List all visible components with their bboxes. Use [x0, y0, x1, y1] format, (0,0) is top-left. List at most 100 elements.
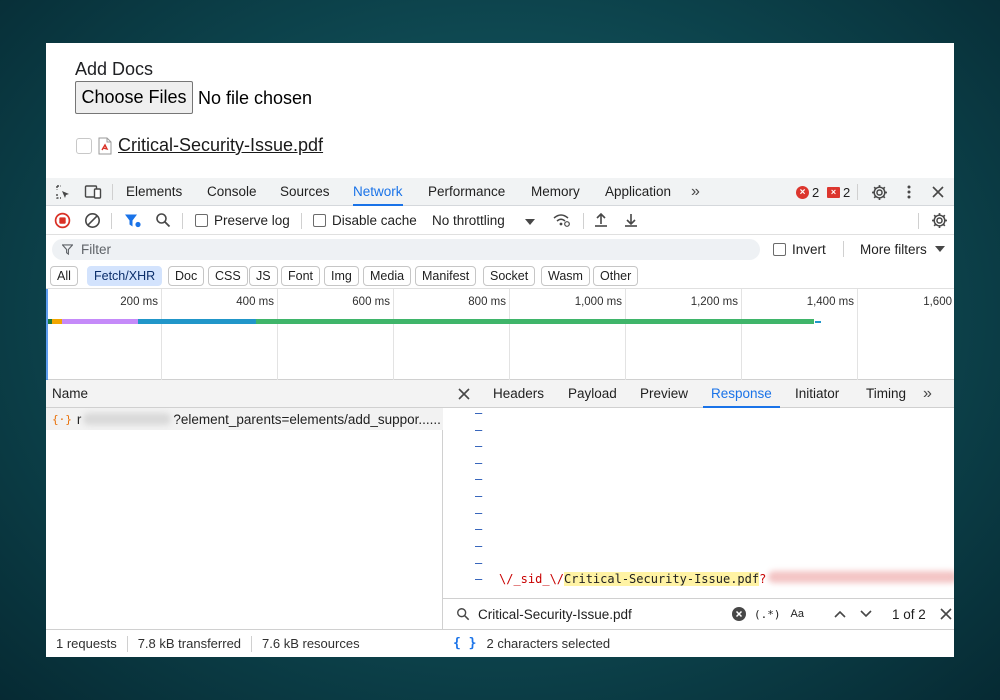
fold-marker: –: [475, 489, 483, 503]
settings-gear-icon[interactable]: [870, 183, 888, 201]
throttling-select[interactable]: No throttling: [432, 206, 535, 235]
type-filter-doc[interactable]: Doc: [168, 266, 205, 286]
fold-marker: –: [475, 572, 483, 586]
type-filter-socket[interactable]: Socket: [483, 266, 536, 286]
tab-initiator[interactable]: Initiator: [795, 380, 839, 408]
table-row[interactable]: {·} r ?element_parents=elements/add_supp…: [46, 408, 443, 430]
timeline-tick-label: 1,200 ms: [690, 296, 738, 308]
error-badge[interactable]: × 2: [796, 178, 819, 206]
next-match-icon[interactable]: [860, 610, 872, 618]
timeline-gridline: [277, 289, 278, 380]
file-checkbox[interactable]: [76, 137, 92, 154]
search-icon[interactable]: [154, 211, 172, 229]
name-column-header[interactable]: Name: [46, 380, 443, 408]
pretty-print-icon[interactable]: { }: [453, 636, 476, 651]
close-search-icon[interactable]: [940, 608, 952, 620]
disable-cache-checkbox[interactable]: [313, 214, 326, 227]
redacted-text: [768, 571, 954, 583]
network-conditions-icon[interactable]: [553, 211, 571, 229]
tab-headers[interactable]: Headers: [493, 380, 544, 408]
kebab-menu-icon[interactable]: [900, 183, 918, 201]
filter-input[interactable]: Filter: [52, 239, 760, 260]
response-code-line: \/_sid_\/Critical-Security-Issue.pdf?: [499, 571, 954, 586]
response-body[interactable]: – – – – – – – – – – – \/_sid_\/Critical-…: [443, 406, 954, 598]
timeline-gridline: [741, 289, 742, 380]
network-details: Name {·} r ?element_parents=elements/add…: [46, 380, 954, 657]
browser-window: Add Docs Choose Files No file chosen Cri…: [46, 43, 954, 657]
record-stop-icon[interactable]: [53, 211, 71, 229]
tab-sources[interactable]: Sources: [280, 178, 330, 206]
previous-match-icon[interactable]: [834, 610, 846, 618]
type-filter-font[interactable]: Font: [281, 266, 321, 286]
choose-files-button[interactable]: Choose Files: [75, 81, 193, 114]
invert-toggle[interactable]: Invert: [773, 235, 826, 263]
clear-icon[interactable]: [83, 211, 101, 229]
preserve-log-label: Preserve log: [214, 213, 290, 228]
network-settings-gear-icon[interactable]: [930, 211, 948, 229]
type-filter-img[interactable]: Img: [324, 266, 359, 286]
timeline-gridline: [857, 289, 858, 380]
more-tabs-icon[interactable]: »: [691, 178, 700, 206]
tab-elements[interactable]: Elements: [126, 178, 182, 206]
tab-performance[interactable]: Performance: [428, 178, 505, 206]
selection-status-bar: { } 2 characters selected: [443, 629, 954, 657]
preserve-log-toggle[interactable]: Preserve log: [195, 206, 290, 235]
fold-marker: –: [475, 539, 483, 553]
match-case-toggle[interactable]: Aa: [791, 608, 804, 620]
export-har-icon[interactable]: [622, 211, 640, 229]
device-toolbar-icon[interactable]: [84, 183, 102, 201]
type-filter-other[interactable]: Other: [593, 266, 639, 286]
issue-count: 2: [843, 184, 851, 200]
regex-toggle[interactable]: (.*): [754, 608, 781, 621]
response-search-input[interactable]: Critical-Security-Issue.pdf: [478, 607, 728, 622]
fold-marker: –: [475, 456, 483, 470]
type-filter-fetch-xhr[interactable]: Fetch/XHR: [87, 266, 163, 286]
no-file-chosen-text: No file chosen: [198, 88, 313, 108]
type-filter-all[interactable]: All: [50, 266, 78, 286]
tab-payload[interactable]: Payload: [568, 380, 617, 408]
tab-network[interactable]: Network: [353, 178, 403, 206]
type-filter-manifest[interactable]: Manifest: [415, 266, 477, 286]
chevron-down-icon: [524, 213, 535, 228]
xhr-request-icon: {·}: [52, 412, 72, 426]
timing-bar-ssl: [62, 319, 138, 324]
timeline-tick-label: 200 ms: [120, 296, 158, 308]
tab-application[interactable]: Application: [605, 178, 671, 206]
tab-timing[interactable]: Timing: [866, 380, 906, 408]
issues-badge[interactable]: × 2: [827, 178, 850, 206]
throttling-value: No throttling: [432, 213, 505, 228]
tab-response[interactable]: Response: [703, 380, 780, 408]
type-filter-wasm[interactable]: Wasm: [541, 266, 590, 286]
timing-bar-waiting: [138, 319, 256, 324]
tab-preview[interactable]: Preview: [640, 380, 688, 408]
fold-marker: –: [475, 556, 483, 570]
timeline-gridline: [161, 289, 162, 380]
fold-marker: –: [475, 406, 483, 420]
resource-type-filters: All Fetch/XHR Doc CSS JS Font Img Media …: [46, 263, 954, 289]
inspect-element-icon[interactable]: [54, 183, 72, 201]
clear-search-icon[interactable]: [732, 607, 746, 621]
tab-console[interactable]: Console: [207, 178, 257, 206]
request-count: 1 requests: [46, 635, 128, 652]
type-filter-media[interactable]: Media: [363, 266, 412, 286]
network-overview-timeline[interactable]: 200 ms 400 ms 600 ms 800 ms 1,000 ms 1,2…: [46, 289, 954, 380]
more-detail-tabs-icon[interactable]: »: [923, 380, 932, 408]
request-name-prefix: r: [76, 411, 82, 427]
import-har-icon[interactable]: [592, 211, 610, 229]
tab-memory[interactable]: Memory: [531, 178, 580, 206]
more-filters-dropdown[interactable]: More filters: [860, 235, 945, 263]
timeline-tick-label: 800 ms: [468, 296, 506, 308]
filter-funnel-icon[interactable]: [124, 211, 142, 229]
invert-checkbox[interactable]: [773, 242, 786, 256]
attached-file-link[interactable]: Critical-Security-Issue.pdf: [118, 135, 323, 156]
add-docs-label: Add Docs: [75, 59, 154, 79]
disable-cache-label: Disable cache: [332, 213, 417, 228]
preserve-log-checkbox[interactable]: [195, 214, 208, 227]
disable-cache-toggle[interactable]: Disable cache: [313, 206, 417, 235]
type-filter-css[interactable]: CSS: [208, 266, 248, 286]
timeline-cursor: [46, 289, 48, 380]
type-filter-js[interactable]: JS: [249, 266, 278, 286]
close-devtools-icon[interactable]: [929, 183, 947, 201]
close-detail-icon[interactable]: [455, 385, 473, 403]
page-content: Add Docs Choose Files No file chosen Cri…: [46, 43, 954, 178]
